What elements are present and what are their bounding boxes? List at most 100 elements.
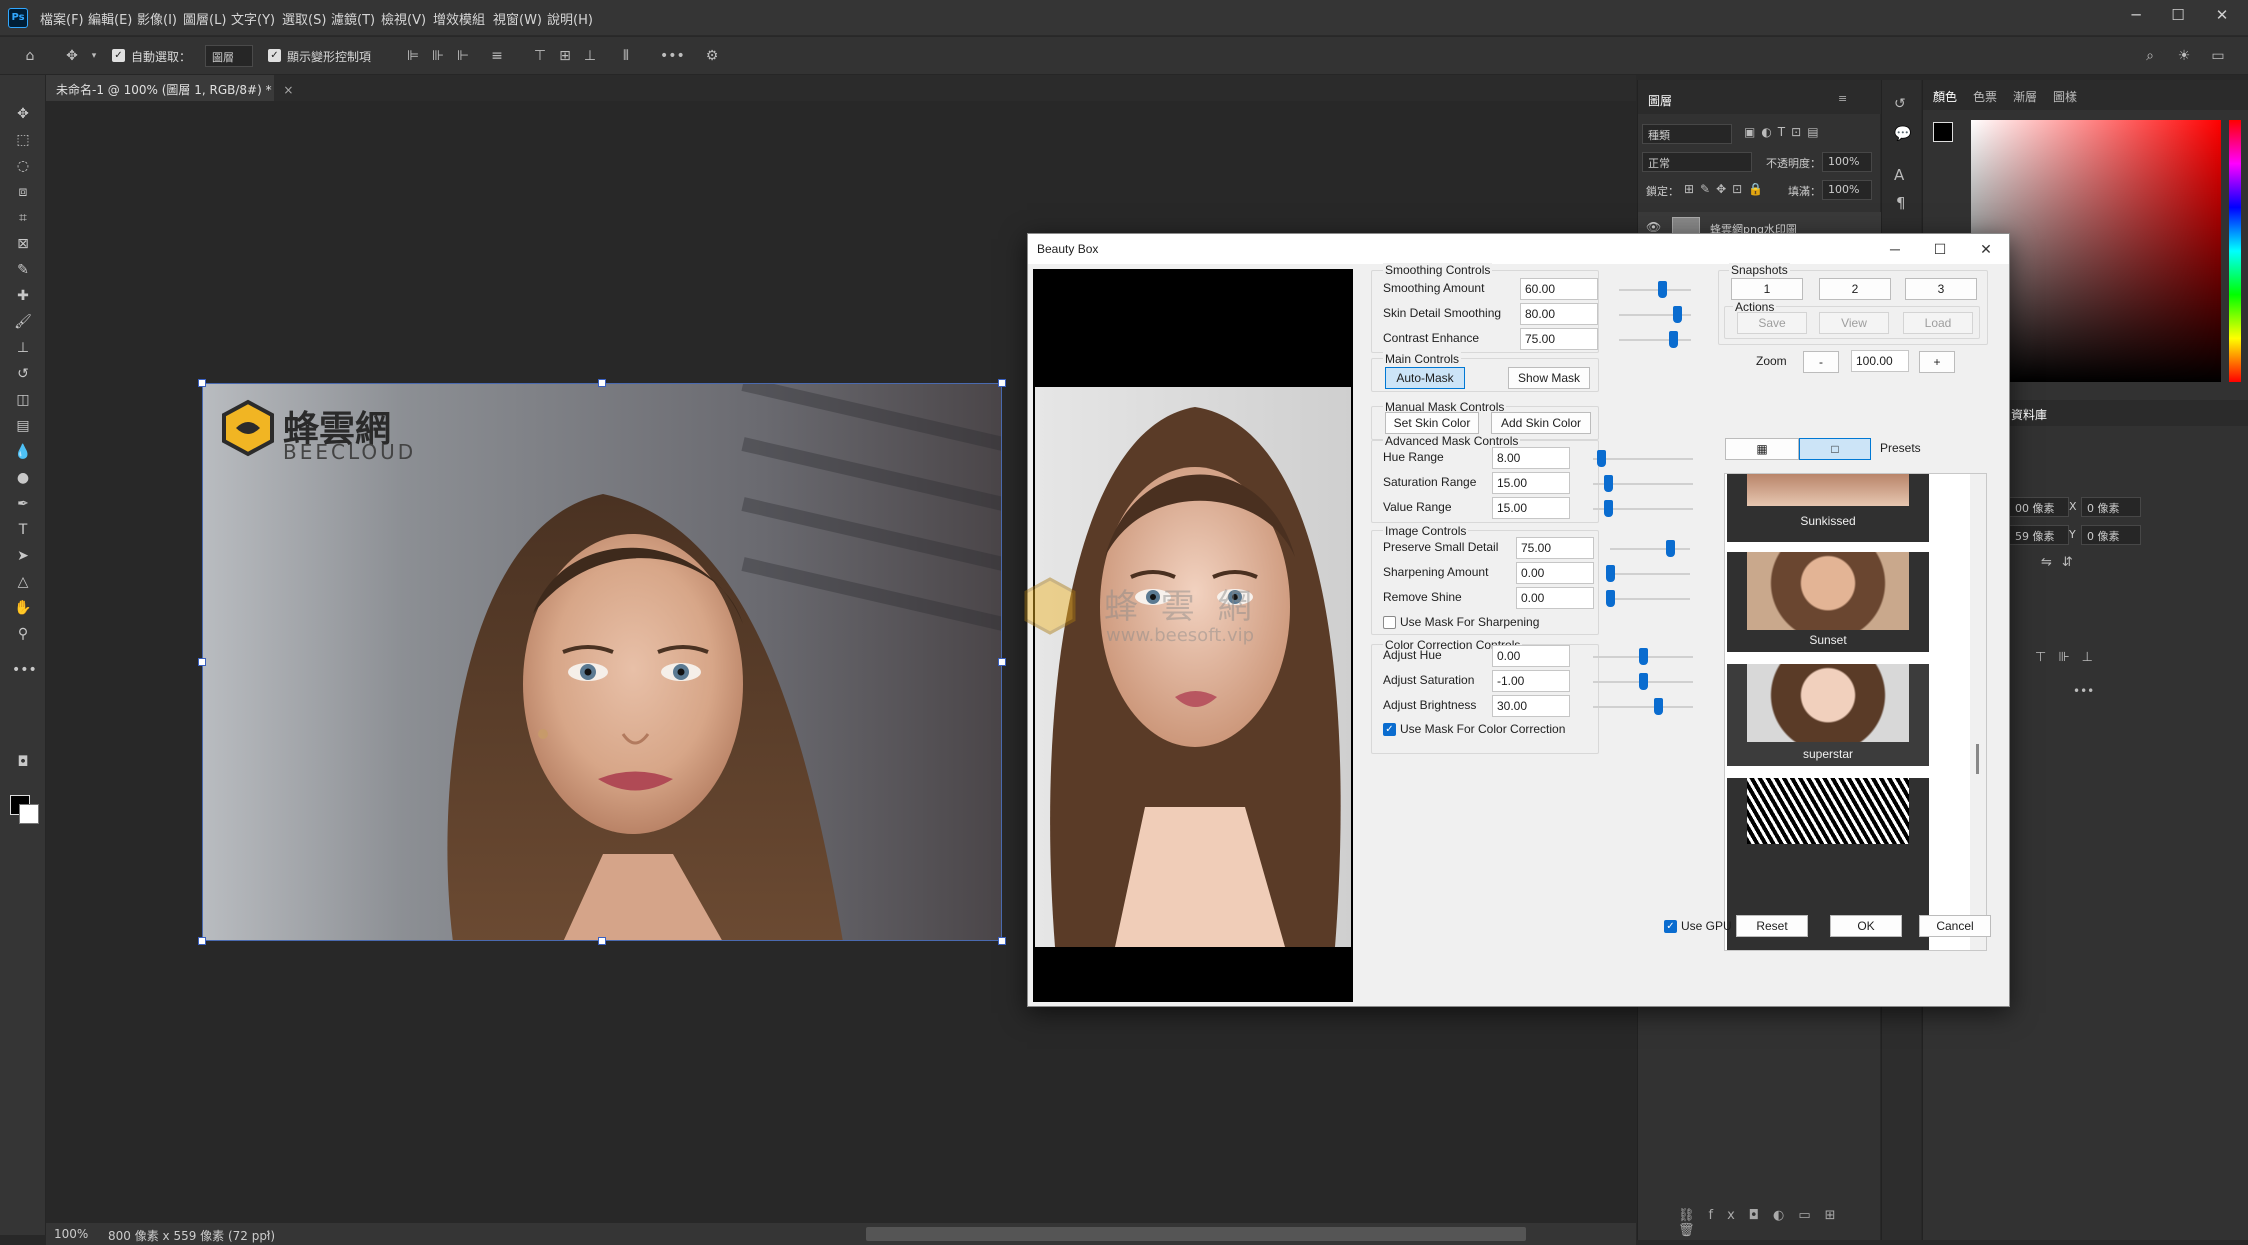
hand-icon[interactable]: ✋ [12, 597, 34, 619]
sharpening-input[interactable]: 0.00 [1516, 562, 1594, 584]
grid-view-button[interactable]: ▦ [1725, 438, 1799, 460]
presets-scrollbar[interactable] [1970, 474, 1986, 950]
healing-brush-icon[interactable]: ✚ [12, 285, 34, 307]
sharpening-track[interactable] [1610, 573, 1690, 575]
blend-mode-select[interactable]: 正常 [1642, 152, 1752, 172]
saturation-range-thumb[interactable] [1604, 475, 1613, 492]
contrast-enhance-thumb[interactable] [1669, 331, 1678, 348]
align-top-icon[interactable]: ⊤ [530, 46, 550, 66]
transform-handle[interactable] [198, 658, 206, 666]
menu-help[interactable]: 說明(H) [547, 9, 593, 28]
transform-handle[interactable] [998, 658, 1006, 666]
remove-shine-thumb[interactable] [1606, 590, 1615, 607]
saturation-range-input[interactable]: 15.00 [1492, 472, 1570, 494]
hue-range-thumb[interactable] [1597, 450, 1606, 467]
flip-icons[interactable]: ⇋⇵ [2041, 555, 2083, 570]
more-options-icon[interactable]: ••• [660, 46, 685, 66]
snapshot-2-button[interactable]: 2 [1819, 278, 1891, 300]
dodge-icon[interactable]: ● [12, 467, 34, 489]
align-bottom-icon[interactable]: ⊥ [580, 46, 600, 66]
chevron-down-icon[interactable]: ▾ [84, 46, 104, 66]
height-input[interactable]: 59 像素 [2009, 525, 2069, 545]
smoothing-amount-input[interactable]: 60.00 [1520, 278, 1598, 300]
comment-icon[interactable]: 💬 [1894, 126, 1911, 142]
zoom-level[interactable]: 100% [54, 1227, 88, 1241]
type-icon[interactable]: T [12, 519, 34, 541]
zoom-input[interactable]: 100.00 [1851, 350, 1909, 372]
path-select-icon[interactable]: ➤ [12, 545, 34, 567]
search-icon[interactable]: ⌕ [2140, 46, 2160, 66]
use-gpu-checkbox[interactable]: ✓ [1664, 920, 1677, 933]
view-button[interactable]: View [1819, 312, 1889, 334]
eye-icon[interactable]: 👁 [1646, 220, 1661, 234]
pen-icon[interactable]: ✒ [12, 493, 34, 515]
canvas-image[interactable]: 蜂雲網 BEECLOUD [202, 383, 1002, 941]
move-icon[interactable]: ✥ [12, 103, 34, 125]
use-mask-sharpening-label[interactable]: Use Mask For Sharpening [1400, 615, 1539, 629]
adjust-saturation-thumb[interactable] [1638, 673, 1648, 690]
preview-pane[interactable] [1033, 269, 1353, 1002]
align-right-icon[interactable]: ⊩ [453, 46, 473, 66]
sharpening-thumb[interactable] [1606, 565, 1615, 582]
close-icon[interactable]: ✕ [2204, 4, 2240, 26]
preset-sunkissed[interactable]: Sunkissed [1727, 474, 1929, 542]
hue-range-track[interactable] [1593, 458, 1693, 460]
object-select-icon[interactable]: ⧈ [12, 181, 34, 203]
use-mask-sharpening-checkbox[interactable] [1383, 616, 1396, 629]
tab-libraries[interactable]: 資料庫 [2011, 406, 2047, 423]
dialog-close-icon[interactable]: ✕ [1966, 236, 2006, 262]
paragraph-icon[interactable]: ¶ [1896, 194, 1906, 212]
adjust-saturation-input[interactable]: -1.00 [1492, 670, 1570, 692]
crop-icon[interactable]: ⌗ [12, 207, 34, 229]
zoom-plus-button[interactable]: + [1919, 351, 1955, 373]
cancel-button[interactable]: Cancel [1919, 915, 1991, 937]
zoom-minus-button[interactable]: - [1803, 351, 1839, 373]
eyedropper-icon[interactable]: ✎ [12, 259, 34, 281]
transform-handle[interactable] [998, 379, 1006, 387]
contrast-enhance-input[interactable]: 75.00 [1520, 328, 1598, 350]
gear-icon[interactable]: ⚙ [702, 46, 722, 66]
move-tool-icon[interactable]: ✥ [62, 46, 82, 66]
frame-icon[interactable]: ⊠ [12, 233, 34, 255]
opacity-input[interactable]: 100% [1822, 152, 1872, 172]
preset-superstar[interactable]: superstar [1727, 664, 1929, 766]
value-range-thumb[interactable] [1604, 500, 1613, 517]
workspace-icon[interactable]: ▭ [2208, 46, 2228, 66]
load-button[interactable]: Load [1903, 312, 1973, 334]
transform-handle[interactable] [198, 937, 206, 945]
brush-icon[interactable]: 🖌 [12, 311, 34, 333]
transform-handle[interactable] [598, 379, 606, 387]
hue-range-input[interactable]: 8.00 [1492, 447, 1570, 469]
discover-icon[interactable]: ☀ [2174, 46, 2194, 66]
background-color-swatch[interactable] [19, 804, 39, 824]
lock-icons[interactable]: ⊞✎✥⊡🔒 [1684, 182, 1769, 196]
layer-actions-icons[interactable]: ⛓fx◘◐▭⊞🗑 [1678, 1208, 1880, 1238]
tab-gradients[interactable]: 漸層 [2013, 88, 2037, 105]
smoothing-amount-thumb[interactable] [1658, 281, 1668, 298]
dialog-titlebar[interactable]: Beauty Box ─ ☐ ✕ [1028, 234, 2009, 264]
x-input[interactable]: 0 像素 [2081, 497, 2141, 517]
character-icon[interactable]: A [1894, 166, 1904, 184]
y-input[interactable]: 0 像素 [2081, 525, 2141, 545]
menu-type[interactable]: 文字(Y) [231, 9, 275, 28]
panel-menu-icon[interactable]: ≡ [1838, 92, 1847, 105]
eraser-icon[interactable]: ◫ [12, 389, 34, 411]
blur-icon[interactable]: 💧 [12, 441, 34, 463]
quick-mask-icon[interactable]: ◘ [12, 751, 34, 773]
horizontal-scrollbar[interactable] [866, 1227, 1526, 1241]
adjust-brightness-input[interactable]: 30.00 [1492, 695, 1570, 717]
menu-select[interactable]: 選取(S) [282, 9, 326, 28]
preserve-detail-input[interactable]: 75.00 [1516, 537, 1594, 559]
ok-button[interactable]: OK [1830, 915, 1902, 937]
show-transform-checkbox[interactable]: ✓ [268, 49, 281, 62]
adjust-brightness-thumb[interactable] [1654, 698, 1663, 715]
gradient-icon[interactable]: ▤ [12, 415, 34, 437]
tab-close-icon[interactable]: × [283, 83, 293, 97]
contrast-enhance-track[interactable] [1619, 339, 1691, 341]
menu-file[interactable]: 檔案(F) [40, 9, 84, 28]
single-view-button[interactable]: □ [1799, 438, 1871, 460]
menu-filter[interactable]: 濾鏡(T) [331, 9, 375, 28]
minimize-icon[interactable]: ─ [2118, 4, 2154, 26]
dialog-minimize-icon[interactable]: ─ [1875, 236, 1915, 262]
snapshot-3-button[interactable]: 3 [1905, 278, 1977, 300]
